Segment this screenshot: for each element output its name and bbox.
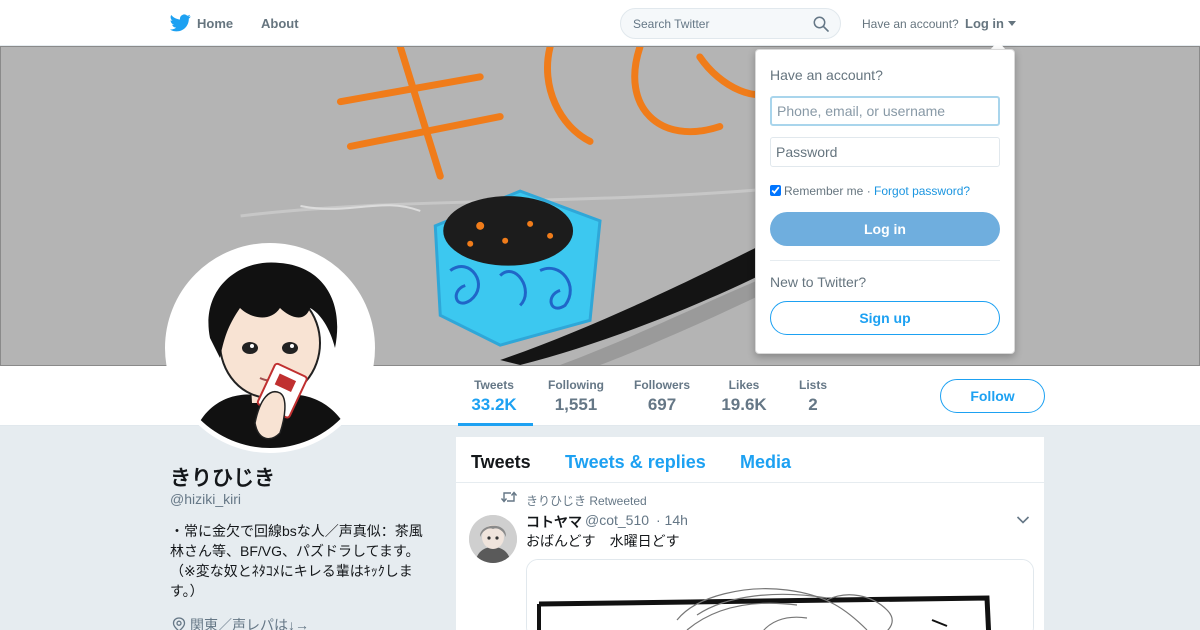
username-field[interactable] <box>770 96 1000 126</box>
chevron-down-icon[interactable] <box>1016 515 1030 525</box>
stat-following-label: Following <box>548 378 604 392</box>
follow-button[interactable]: Follow <box>940 379 1045 413</box>
timeline: Tweets Tweets & replies Media きりひじき Retw… <box>456 437 1044 630</box>
profile-bio: ・常に金欠で回線bsな人／声真似：茶風林さん等、BF/VG、パズドラしてます。（… <box>170 523 423 599</box>
password-field[interactable] <box>770 137 1000 167</box>
search-icon[interactable] <box>813 16 829 32</box>
profile-handle[interactable]: @hiziki_kiri <box>170 491 241 507</box>
profile-avatar[interactable] <box>165 243 375 453</box>
stat-likes-label: Likes <box>728 378 760 392</box>
divider <box>770 260 1000 261</box>
stat-following-value: 1,551 <box>554 395 598 414</box>
stat-likes-value: 19.6K <box>721 395 767 414</box>
profile-location: 関東／声レパは↓→ <box>172 615 309 630</box>
have-account-text: Have an account? <box>862 17 959 31</box>
remember-me-checkbox[interactable] <box>770 185 781 196</box>
active-tab-underline <box>458 423 533 426</box>
profile-name[interactable]: きりひじき <box>170 462 275 492</box>
login-dropdown: Have an account? Remember me · Forgot pa… <box>755 49 1015 354</box>
stat-followers-value: 697 <box>647 395 677 414</box>
stat-followers[interactable]: Followers 697 <box>632 378 692 415</box>
retweeted-by-label[interactable]: きりひじき Retweeted <box>526 492 647 509</box>
retweet-icon <box>501 491 517 503</box>
avatar-illustration <box>170 248 370 448</box>
top-nav: Home About Have an account? Log in <box>0 0 1200 46</box>
tweet-timestamp[interactable]: · 14h <box>656 512 688 528</box>
timeline-tabs: Tweets Tweets & replies Media <box>456 437 1044 483</box>
tab-tweets-replies[interactable]: Tweets & replies <box>565 452 706 473</box>
stat-likes[interactable]: Likes 19.6K <box>716 378 772 415</box>
tweet-author-avatar[interactable] <box>469 515 517 563</box>
stat-lists-label: Lists <box>798 378 827 392</box>
remember-me-label[interactable]: Remember me <box>784 184 863 198</box>
tweet-media-sketch <box>527 560 1033 630</box>
profile-location-text: 関東／声レパは↓→ <box>190 617 309 630</box>
stat-lists[interactable]: Lists 2 <box>796 378 830 415</box>
login-dropdown-toggle[interactable]: Log in <box>965 16 1004 31</box>
tweet-author-name[interactable]: コトヤマ <box>526 512 582 532</box>
stat-lists-value: 2 <box>808 395 818 414</box>
caret-down-icon[interactable] <box>1008 21 1016 26</box>
forgot-password-link[interactable]: Forgot password? <box>874 184 970 198</box>
login-button[interactable]: Log in <box>770 212 1000 246</box>
search-input[interactable] <box>633 15 808 33</box>
tweet-avatar-illustration <box>469 515 517 563</box>
stat-following[interactable]: Following 1,551 <box>546 378 606 415</box>
remember-row: Remember me · Forgot password? <box>770 184 970 198</box>
separator-dot: · <box>866 184 871 198</box>
login-dropdown-title: Have an account? <box>770 67 883 83</box>
twitter-bird-icon[interactable] <box>170 14 191 32</box>
location-pin-icon <box>172 617 186 630</box>
tweet-text: おばんどす 水曜日どす <box>526 533 680 549</box>
tweet-media[interactable] <box>526 559 1034 630</box>
new-to-twitter-text: New to Twitter? <box>770 274 867 290</box>
stat-tweets-label: Tweets <box>474 378 514 392</box>
signup-button[interactable]: Sign up <box>770 301 1000 335</box>
tab-media[interactable]: Media <box>740 452 791 473</box>
stat-tweets-value: 33.2K <box>471 395 517 414</box>
nav-home-link[interactable]: Home <box>197 16 233 31</box>
stat-tweets[interactable]: Tweets 33.2K <box>466 378 522 415</box>
nav-about-link[interactable]: About <box>261 16 299 31</box>
tweet-author-handle[interactable]: @cot_510 <box>585 512 649 528</box>
stat-followers-label: Followers <box>633 378 690 392</box>
search-box <box>620 8 841 39</box>
tab-tweets[interactable]: Tweets <box>471 452 531 473</box>
